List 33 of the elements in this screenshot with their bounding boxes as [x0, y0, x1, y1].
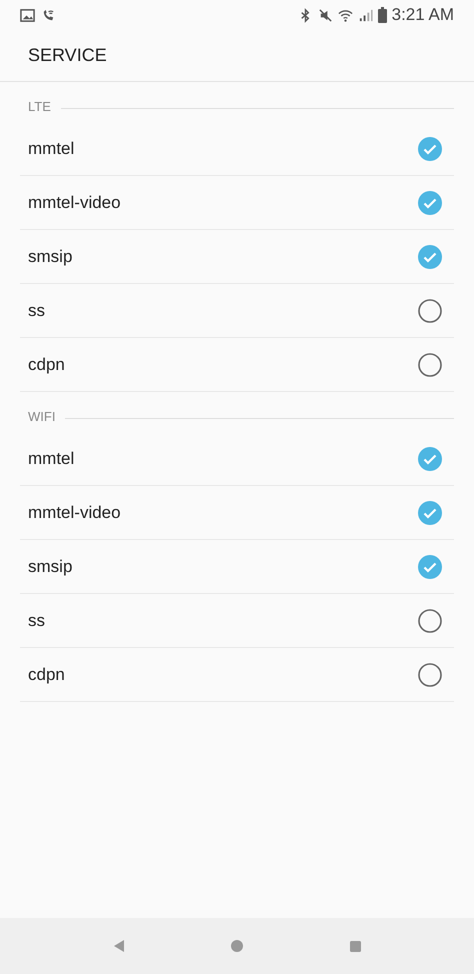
- checkbox[interactable]: [418, 190, 442, 214]
- service-row[interactable]: smsip: [20, 230, 454, 284]
- service-row[interactable]: mmtel: [20, 122, 454, 176]
- service-row[interactable]: mmtel: [20, 432, 454, 486]
- home-icon[interactable]: [230, 940, 242, 952]
- back-icon[interactable]: [114, 940, 124, 952]
- service-row[interactable]: cdpn: [20, 338, 454, 392]
- image-icon: [20, 8, 35, 22]
- checkbox[interactable]: [418, 662, 442, 686]
- recents-icon[interactable]: [350, 940, 360, 952]
- service-row[interactable]: cdpn: [20, 648, 454, 702]
- service-row[interactable]: ss: [20, 284, 454, 338]
- checkbox[interactable]: [418, 446, 442, 470]
- service-row[interactable]: mmtel-video: [20, 176, 454, 230]
- wifi-call-icon: [41, 8, 56, 22]
- wifi-icon: [338, 8, 353, 22]
- service-row[interactable]: ss: [20, 594, 454, 648]
- page-title: SERVICE: [28, 44, 107, 67]
- section-header: LTE: [28, 98, 51, 116]
- checkbox[interactable]: [418, 608, 442, 632]
- checkbox[interactable]: [418, 244, 442, 268]
- checkbox[interactable]: [418, 554, 442, 578]
- mute-icon: [318, 8, 333, 22]
- battery-icon: [378, 7, 387, 23]
- checkbox[interactable]: [418, 298, 442, 322]
- signal-icon: [358, 8, 373, 22]
- service-row[interactable]: smsip: [20, 540, 454, 594]
- service-row[interactable]: mmtel-video: [20, 486, 454, 540]
- clock-time: 3:21 AM: [392, 4, 454, 26]
- section-header: WIFI: [28, 408, 56, 426]
- checkbox[interactable]: [418, 500, 442, 524]
- checkbox[interactable]: [418, 352, 442, 376]
- checkbox[interactable]: [418, 136, 442, 160]
